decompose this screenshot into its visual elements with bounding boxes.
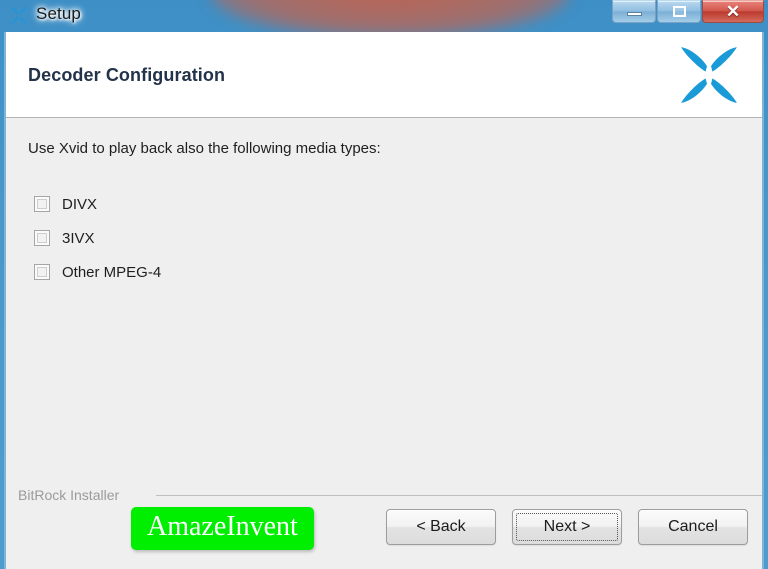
back-button-label: < Back: [416, 518, 466, 535]
maximize-button[interactable]: [657, 0, 701, 23]
minimize-button[interactable]: [612, 0, 656, 23]
checkbox-label-3ivx: 3IVX: [62, 229, 95, 247]
dialog-client-area: Decoder Configuration Use Xvid to play b…: [4, 32, 764, 569]
media-types-checkbox-group: DIVX 3IVX Other MPEG-4: [34, 187, 161, 289]
installer-brand-label: BitRock Installer: [18, 487, 120, 503]
dialog-header: Decoder Configuration: [6, 32, 762, 118]
dialog-footer: BitRock Installer AmazeInvent < Back Nex…: [6, 482, 762, 568]
checkbox-3ivx[interactable]: [34, 230, 50, 246]
checkbox-label-divx: DIVX: [62, 195, 98, 213]
checkbox-row-3ivx[interactable]: 3IVX: [34, 221, 161, 255]
setup-window: Setup ✕ Decoder Configuration Use Xvid t…: [0, 0, 768, 569]
checkbox-row-divx[interactable]: DIVX: [34, 187, 161, 221]
dialog-button-bar: < Back Next > Cancel: [386, 509, 748, 545]
dialog-body: Use Xvid to play back also the following…: [6, 118, 762, 482]
cancel-button-label: Cancel: [668, 518, 718, 535]
checkbox-other-mpeg4[interactable]: [34, 264, 50, 280]
desktop-backdrop: Setup ✕ Decoder Configuration Use Xvid t…: [0, 0, 768, 569]
xvid-butterfly-icon: [8, 5, 30, 26]
window-title: Setup: [36, 4, 81, 23]
checkbox-row-other-mpeg4[interactable]: Other MPEG-4: [34, 255, 161, 289]
page-title: Decoder Configuration: [28, 65, 226, 85]
next-button[interactable]: Next >: [512, 509, 622, 545]
close-icon: ✕: [725, 2, 741, 21]
instruction-text: Use Xvid to play back also the following…: [28, 140, 381, 157]
next-button-label: Next >: [543, 518, 591, 535]
window-titlebar[interactable]: Setup ✕: [0, 0, 768, 32]
cancel-button[interactable]: Cancel: [638, 509, 748, 545]
maximize-icon: [672, 6, 686, 17]
checkbox-label-other-mpeg4: Other MPEG-4: [62, 263, 162, 281]
checkbox-divx[interactable]: [34, 196, 50, 212]
close-button[interactable]: ✕: [702, 0, 764, 23]
footer-divider: [156, 495, 762, 496]
xvid-butterfly-logo: [672, 41, 746, 109]
watermark-badge: AmazeInvent: [131, 507, 314, 550]
minimize-icon: [626, 12, 642, 16]
window-controls: ✕: [612, 0, 764, 23]
back-button[interactable]: < Back: [386, 509, 496, 545]
